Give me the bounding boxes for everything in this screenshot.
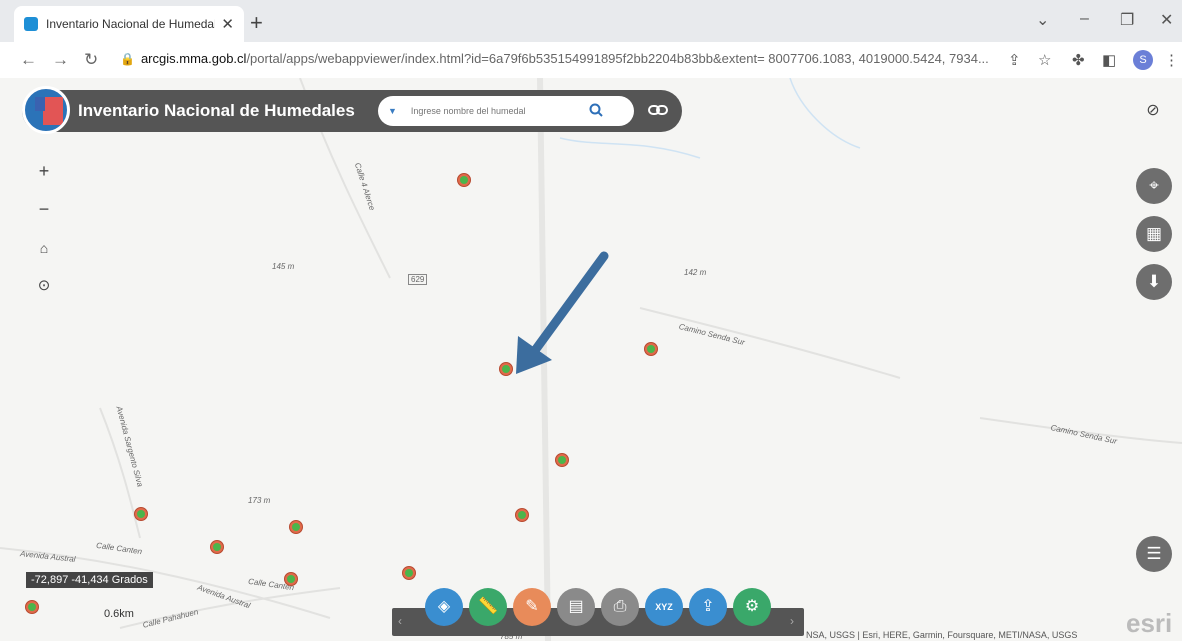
map-roads	[0, 78, 1182, 641]
url-field[interactable]: 🔒 arcgis.mma.gob.cl/portal/apps/webappvie…	[120, 51, 1000, 66]
chevron-down-icon[interactable]: ▼	[388, 106, 397, 116]
side-panel-icon[interactable]: ◧	[1102, 51, 1116, 69]
browser-tabbar: Inventario Nacional de Humedales ✕ + ⌄ –…	[0, 0, 1182, 42]
app-header: Inventario Nacional de Humedales ▼	[22, 86, 682, 134]
bookmark-star-icon[interactable]: ☆	[1038, 51, 1051, 69]
layer-list-icon[interactable]: ◈	[425, 588, 463, 626]
wetland-point[interactable]	[402, 566, 416, 580]
extensions-icon[interactable]: ✤	[1072, 51, 1085, 69]
url-path: /portal/apps/webappviewer/index.html?id=…	[246, 51, 989, 66]
tab-close-icon[interactable]: ✕	[221, 15, 234, 33]
wetland-point[interactable]	[289, 520, 303, 534]
xyz-coordinate-icon[interactable]: XYZ	[645, 588, 683, 626]
route-shield: 629	[408, 274, 428, 285]
home-icon[interactable]: ⌂	[31, 235, 57, 261]
back-icon[interactable]: ←	[20, 50, 37, 70]
app-title: Inventario Nacional de Humedales	[78, 101, 355, 120]
elevation-label: 142 m	[684, 268, 707, 277]
url-host: arcgis.mma.gob.cl	[140, 51, 247, 66]
forward-icon[interactable]: →	[52, 50, 69, 70]
elevation-label: 173 m	[248, 496, 271, 505]
link-icon[interactable]	[648, 101, 670, 121]
restore-icon[interactable]: ❐	[1120, 10, 1134, 30]
basemap-gallery-icon[interactable]: ▦	[1136, 216, 1172, 252]
address-bar: ← → ↻ 🔒 arcgis.mma.gob.cl/portal/apps/web…	[0, 42, 1182, 78]
profile-avatar[interactable]: S	[1133, 50, 1153, 70]
search-icon[interactable]	[589, 103, 603, 120]
wetland-point[interactable]	[555, 453, 569, 467]
zoom-in-button[interactable]: +	[31, 158, 57, 184]
new-tab-button[interactable]: +	[250, 10, 263, 36]
map-view[interactable]: Calle 4 Alerce 145 m 142 m 629 Camino Se…	[0, 78, 1182, 641]
chevron-right-icon[interactable]: ›	[790, 614, 794, 628]
tab-title: Inventario Nacional de Humedales	[46, 17, 216, 31]
share-icon[interactable]: ⇪	[1008, 51, 1021, 69]
wetland-point[interactable]	[499, 362, 513, 376]
annotation-arrow	[523, 251, 609, 365]
tab-search-icon[interactable]: ⌄	[1036, 10, 1049, 30]
locate-icon[interactable]: ⊙	[31, 273, 57, 299]
wetland-point[interactable]	[210, 540, 224, 554]
scale-label: 0.6km	[104, 608, 134, 620]
download-icon[interactable]: ⬇	[1136, 264, 1172, 300]
layers-widget-icon[interactable]: ⌖	[1136, 168, 1172, 204]
draw-icon[interactable]: ✎	[513, 588, 551, 626]
wetland-point[interactable]	[134, 507, 148, 521]
wetland-point[interactable]	[25, 600, 39, 614]
attribute-table-icon[interactable]: ☰	[1136, 536, 1172, 572]
print-icon[interactable]: ⎙	[601, 588, 639, 626]
reload-icon[interactable]: ↻	[84, 50, 98, 70]
close-window-icon[interactable]: ✕	[1160, 10, 1173, 30]
wetland-point[interactable]	[644, 342, 658, 356]
coordinate-readout: -72,897 -41,434 Grados	[26, 572, 153, 588]
query-icon[interactable]: ▤	[557, 588, 595, 626]
analysis-icon[interactable]: ⚙	[733, 588, 771, 626]
zoom-out-button[interactable]: −	[31, 196, 57, 222]
menu-kebab-icon[interactable]: ⋮	[1164, 51, 1179, 69]
hide-visibility-icon[interactable]: ⊘	[1140, 98, 1166, 124]
screen: Inventario Nacional de Humedales ✕ + ⌄ –…	[0, 0, 1182, 641]
measurement-icon[interactable]: 📏	[469, 588, 507, 626]
wetland-search: ▼	[378, 96, 634, 126]
browser-tab[interactable]: Inventario Nacional de Humedales ✕	[14, 6, 244, 42]
search-input[interactable]	[410, 106, 589, 116]
wetland-point[interactable]	[515, 508, 529, 522]
favicon-icon	[24, 17, 38, 31]
elevation-label: 145 m	[272, 262, 295, 271]
wetland-point[interactable]	[284, 572, 298, 586]
lock-icon: 🔒	[120, 52, 135, 66]
add-data-icon[interactable]: ⇪	[689, 588, 727, 626]
wetland-point[interactable]	[457, 173, 471, 187]
minimize-icon[interactable]: –	[1080, 10, 1089, 28]
app-logo	[22, 86, 70, 134]
chevron-left-icon[interactable]: ‹	[398, 614, 402, 628]
esri-logo: esri	[1126, 608, 1173, 638]
map-attribution: NSA, USGS | Esri, HERE, Garmin, Foursqua…	[806, 630, 1078, 640]
